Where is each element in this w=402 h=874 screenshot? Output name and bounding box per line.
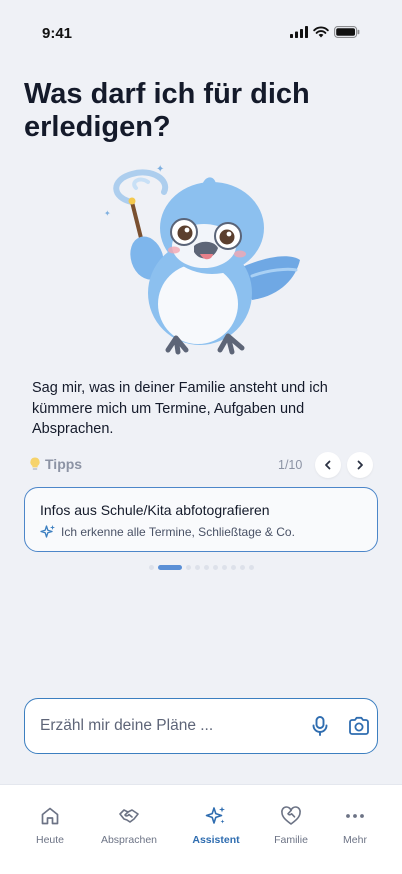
tab-label: Familie (274, 834, 308, 846)
intro-text: Sag mir, was in deiner Familie ansteht u… (32, 380, 328, 437)
pagination-dot-active[interactable] (157, 564, 182, 570)
pagination-dot[interactable] (221, 564, 227, 570)
status-icons (290, 26, 360, 38)
pagination-dot[interactable] (203, 564, 209, 570)
pagination-dot[interactable] (194, 564, 200, 570)
status-time: 9:41 (42, 25, 73, 42)
tip-subtitle: Ich erkenne alle Termine, Schließtage & … (61, 525, 295, 539)
home-icon (41, 807, 59, 825)
battery-icon (334, 26, 360, 38)
tab-label: Mehr (343, 834, 367, 846)
wifi-icon (313, 26, 329, 38)
camera-icon[interactable] (347, 715, 371, 737)
tip-card[interactable]: Infos aus Schule/Kita abfotografieren Ic… (24, 487, 378, 552)
lightbulb-icon (30, 457, 40, 470)
tab-label: Absprachen (100, 834, 158, 846)
pagination-dot[interactable] (248, 564, 254, 570)
heart-handshake-icon (281, 806, 301, 825)
tab-heute[interactable]: Heute (10, 805, 90, 849)
pagination-dot[interactable] (212, 564, 218, 570)
message-input[interactable] (40, 714, 290, 738)
tip-subtitle-row: Ich erkenne alle Termine, Schließtage & … (40, 524, 295, 540)
chevron-left-icon (325, 460, 331, 470)
tab-absprachen[interactable]: Absprachen (89, 805, 169, 849)
tab-label: Assistent (192, 834, 240, 846)
mascot-bird-illustration: ✦ ✦ ✦ (104, 164, 300, 355)
microphone-icon[interactable] (309, 715, 331, 737)
handshake-icon (119, 809, 139, 823)
status-bar: 9:41 (0, 0, 402, 60)
tab-assistent[interactable]: Assistent (176, 805, 256, 849)
tips-counter: 1/10 (278, 458, 303, 472)
tips-pagination (0, 564, 402, 570)
tips-label-group: Tipps (28, 456, 82, 472)
sparkles-icon (205, 806, 225, 824)
pagination-dot[interactable] (239, 564, 245, 570)
pagination-dot[interactable] (148, 564, 154, 570)
tab-mehr[interactable]: Mehr (315, 805, 395, 849)
chevron-right-icon (357, 460, 363, 470)
tips-next-button[interactable] (347, 452, 373, 478)
tips-header: Tipps 1/10 (28, 452, 374, 478)
page-title: Was darf ich für dich erledigen? (24, 78, 310, 143)
pagination-dot[interactable] (185, 564, 191, 570)
tips-prev-button[interactable] (315, 452, 341, 478)
pagination-dot[interactable] (230, 564, 236, 570)
tip-title: Infos aus Schule/Kita abfotografieren (40, 502, 270, 518)
bottom-tab-bar: Heute Absprachen Assistent Familie Mehr (0, 784, 402, 874)
more-horizontal-icon (346, 814, 364, 818)
cellular-signal-icon (290, 26, 308, 38)
svg-text:✦: ✦ (156, 164, 164, 175)
message-composer (24, 698, 378, 754)
tab-label: Heute (35, 834, 65, 846)
tips-label: Tipps (45, 456, 83, 472)
sparkle-icon (40, 525, 55, 538)
svg-text:✦: ✦ (104, 209, 111, 218)
